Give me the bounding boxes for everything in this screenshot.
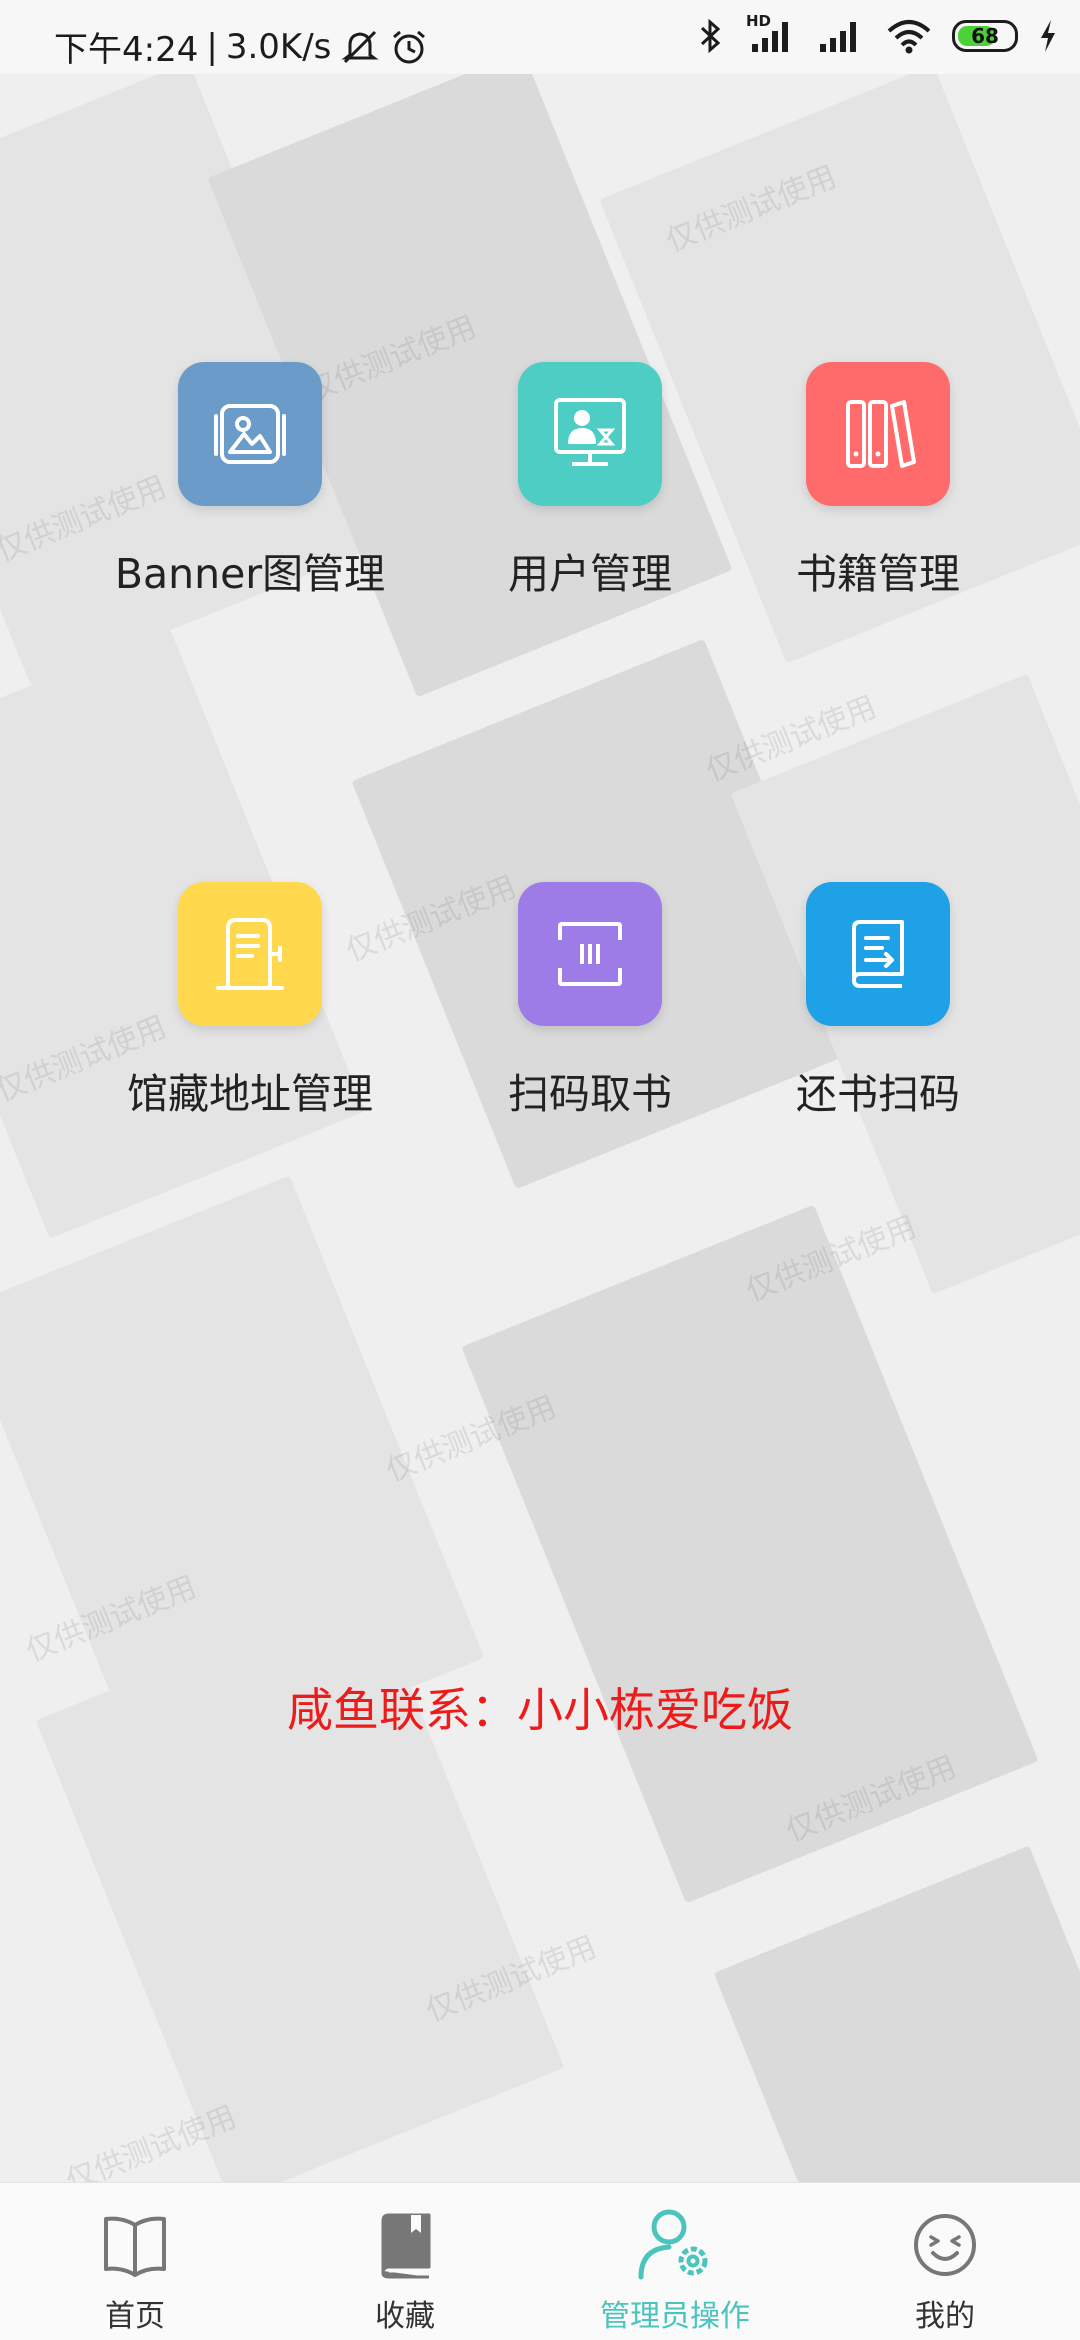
contact-note: 咸鱼联系：小小栋爱吃饭 [287,1683,793,1737]
tile-label: 扫码取书 [508,1070,672,1118]
user-gear-icon [633,2205,717,2287]
user-management-tile[interactable]: 用户管理 [430,362,750,600]
nav-label: 收藏 [375,2299,435,2334]
screen: 仅供测试使用 仅供测试使用 仅供测试使用 仅供测试使用 仅供测试使用 仅供测试使… [0,0,1080,2340]
scan-icon [518,882,662,1026]
battery-level: 68 [971,24,999,48]
tile-label: 书籍管理 [796,550,960,598]
podium-icon [178,882,322,1026]
signal-icon [816,16,866,56]
bottom-nav: 首页 收藏 管理员操作 我的 [0,2182,1080,2340]
bluetooth-icon [698,17,724,55]
mute-bell-icon [339,28,381,66]
nav-label: 首页 [105,2299,165,2334]
nav-item-mine[interactable]: 我的 [810,2183,1080,2340]
status-time: 下午4:24 [54,30,199,70]
user-monitor-icon [518,362,662,506]
nav-label: 我的 [915,2299,975,2334]
hd-label: HD [746,12,772,30]
status-separator: | [206,26,218,67]
scan-borrow-tile[interactable]: 扫码取书 [430,882,750,1120]
battery-icon: 68 [952,20,1018,52]
banner-management-tile[interactable]: Banner图管理 [90,362,410,600]
smiley-icon [911,2211,979,2283]
image-gallery-icon [178,362,322,506]
tile-label: 馆藏地址管理 [127,1070,373,1118]
nav-item-favorites[interactable]: 收藏 [270,2183,540,2340]
return-scan-tile[interactable]: 还书扫码 [718,882,1038,1120]
books-icon [806,362,950,506]
collection-address-management-tile[interactable]: 馆藏地址管理 [90,882,410,1120]
tile-label: 用户管理 [508,550,672,598]
closed-book-icon [375,2211,435,2285]
open-book-icon [98,2211,172,2285]
status-bar: 下午4:24 | 3.0K/s HD 68 [0,0,1080,74]
nav-item-home[interactable]: 首页 [0,2183,270,2340]
nav-label: 管理员操作 [600,2299,750,2334]
book-return-icon [806,882,950,1026]
nav-item-admin[interactable]: 管理员操作 [540,2183,810,2340]
watermark-text: 仅供测试使用 [61,2099,242,2182]
charging-icon [1038,18,1058,54]
wifi-icon [886,17,932,55]
tile-label: 还书扫码 [796,1070,960,1118]
tile-label: Banner图管理 [114,550,386,598]
alarm-icon [389,28,429,66]
book-management-tile[interactable]: 书籍管理 [718,362,1038,600]
status-net-speed: 3.0K/s [225,26,332,67]
signal-icon: HD [744,12,796,56]
